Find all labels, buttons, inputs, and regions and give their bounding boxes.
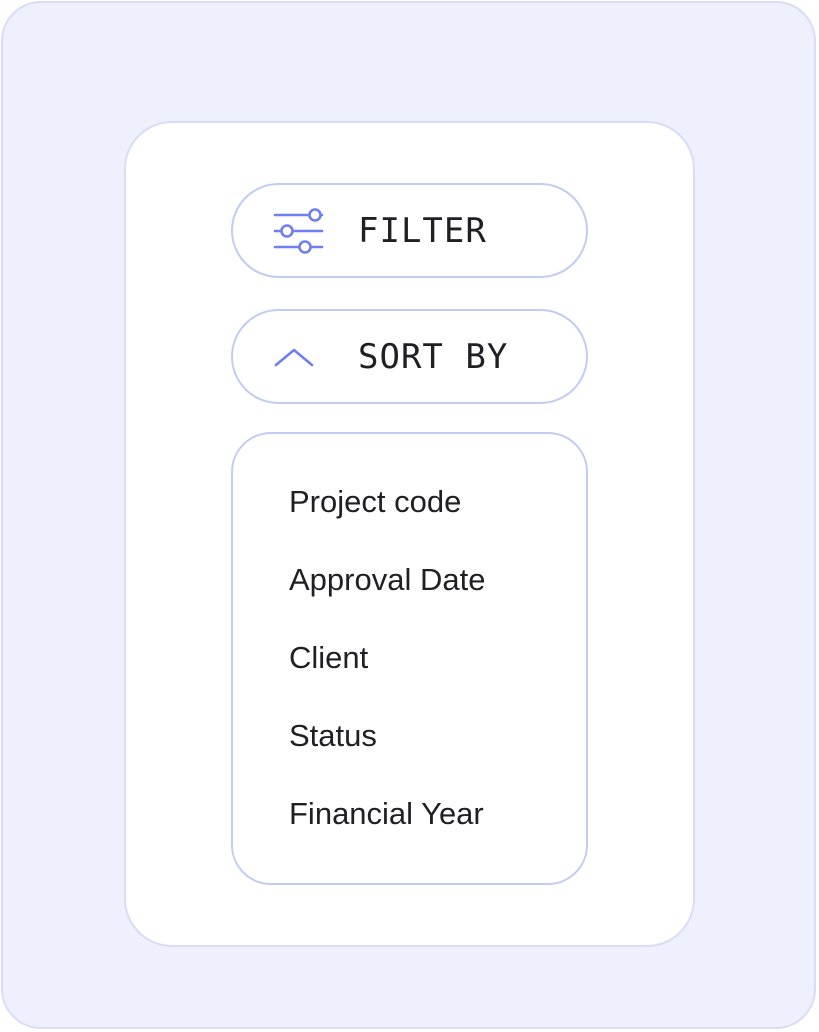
sort-option-project-code[interactable]: Project code (289, 486, 461, 517)
sort-options-dropdown: Project code Approval Date Client Status… (231, 432, 588, 885)
sort-option-status[interactable]: Status (289, 720, 377, 751)
sliders-icon (273, 207, 324, 254)
filter-button[interactable]: FILTER (231, 183, 588, 278)
chevron-up-icon (274, 348, 314, 366)
sort-option-approval-date[interactable]: Approval Date (289, 564, 485, 595)
filter-label: FILTER (358, 210, 487, 251)
sort-option-financial-year[interactable]: Financial Year (289, 798, 484, 829)
sort-option-client[interactable]: Client (289, 642, 368, 673)
sort-by-button[interactable]: SORT BY (231, 309, 588, 404)
sort-by-label: SORT BY (358, 336, 509, 377)
